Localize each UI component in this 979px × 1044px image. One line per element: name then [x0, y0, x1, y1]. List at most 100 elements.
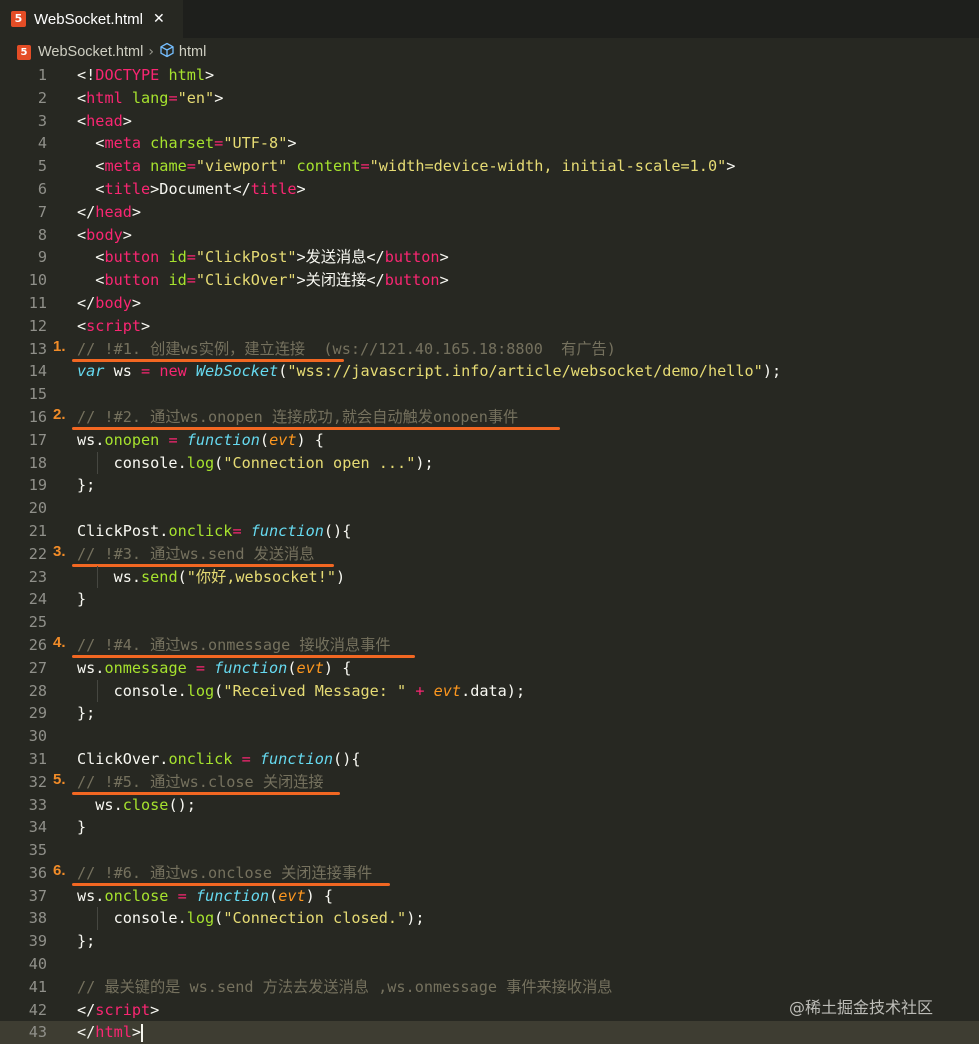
- code-line[interactable]: 22 3. // !#3. 通过ws.send 发送消息: [0, 543, 979, 567]
- code-line[interactable]: 17 ws.onopen = function(evt) {: [0, 429, 979, 452]
- code-line[interactable]: 16 2. // !#2. 通过ws.onopen 连接成功,就会自动触发onope…: [0, 406, 979, 430]
- line-number: 43: [28, 1023, 47, 1042]
- code-line[interactable]: 31 ClickOver.onclick = function(){: [0, 748, 979, 771]
- code-token: function: [205, 658, 288, 677]
- code-line[interactable]: 6 <title>Document</title>: [0, 178, 979, 201]
- code-token: .data);: [461, 681, 526, 700]
- line-number: 39: [28, 932, 47, 951]
- code-line[interactable]: 34}: [0, 816, 979, 839]
- code-line[interactable]: 11 </body>: [0, 292, 979, 315]
- line-number: 19: [28, 476, 47, 495]
- code-line[interactable]: 2 <html lang="en">: [0, 87, 979, 110]
- code-line[interactable]: 39};: [0, 930, 979, 953]
- code-line[interactable]: 32 5. // !#5. 通过ws.close 关闭连接: [0, 770, 979, 795]
- tab-websocket-html[interactable]: 5 WebSocket.html ✕: [0, 0, 183, 38]
- breadcrumb-file[interactable]: WebSocket.html: [38, 44, 143, 60]
- code-line[interactable]: 37 ws.onclose = function(evt) {: [0, 885, 979, 908]
- code-token: // !#2. 通过ws.onopen 连接成功,就会自动触发onopen事件: [77, 407, 519, 426]
- line-number: 35: [28, 841, 47, 860]
- code-line[interactable]: 27 ws.onmessage = function(evt) {: [0, 657, 979, 680]
- code-line[interactable]: 10 <button id="ClickOver">关闭连接</button>: [0, 269, 979, 292]
- annotation-number: 5.: [53, 770, 66, 788]
- code-line[interactable]: 33 ws.close();: [0, 794, 979, 817]
- code-token: "你好,websocket!": [186, 567, 336, 586]
- code-line[interactable]: 9 <button id="ClickPost">发送消息</button>: [0, 246, 979, 269]
- code-line[interactable]: 14 var ws = new WebSocket("wss://javascri…: [0, 360, 979, 383]
- code-token: =: [186, 157, 196, 176]
- code-line[interactable]: 12 <script>: [0, 315, 979, 338]
- code-line[interactable]: 18 console.log("Connection open ...");: [0, 451, 979, 475]
- code-line[interactable]: 8 <body>: [0, 224, 979, 247]
- code-token: evt: [424, 681, 462, 700]
- code-line[interactable]: 26 4. // !#4. 通过ws.onmessage 接收消息事件: [0, 634, 979, 658]
- code-line[interactable]: 25: [0, 611, 979, 634]
- code-token: html: [95, 1023, 132, 1042]
- code-line[interactable]: 4 <meta charset="UTF-8">: [0, 132, 979, 155]
- code-token: >: [122, 225, 132, 244]
- line-number: 8: [37, 225, 47, 244]
- code-text: // 最关键的是 ws.send 方法去发送消息 ,ws.onmessage 事…: [77, 976, 612, 999]
- code-token: =: [214, 134, 224, 153]
- breadcrumb-node[interactable]: html: [179, 44, 206, 60]
- close-icon[interactable]: ✕: [153, 11, 165, 27]
- code-token: ws.: [77, 658, 105, 677]
- code-line[interactable]: 15: [0, 383, 979, 406]
- code-line[interactable]: 23 ws.send("你好,websocket!"): [0, 565, 979, 589]
- line-number: 41: [28, 977, 47, 996]
- code-editor[interactable]: 1 <!DOCTYPE html> 2 <html lang="en"> 3 <head>…: [0, 64, 979, 1044]
- code-line[interactable]: 35: [0, 839, 979, 862]
- code-line[interactable]: 40: [0, 953, 979, 976]
- watermark: @稀土掘金技术社区: [789, 998, 934, 1017]
- code-line[interactable]: 20: [0, 497, 979, 520]
- code-token: title: [104, 179, 151, 198]
- code-token: >关闭连接</: [296, 271, 385, 290]
- code-line[interactable]: 43 </html>: [0, 1021, 979, 1044]
- code-token: "ClickPost": [195, 248, 297, 267]
- code-token: );: [406, 909, 425, 928]
- code-token: };: [77, 932, 96, 951]
- code-line[interactable]: 3 <head>: [0, 110, 979, 133]
- code-line[interactable]: 24}: [0, 588, 979, 611]
- line-number: 17: [28, 430, 47, 449]
- line-number: 14: [28, 362, 47, 381]
- code-token: "width=device-width, initial-scale=1.0": [369, 157, 727, 176]
- code-text: ws.send("你好,websocket!"): [77, 566, 346, 589]
- code-line[interactable]: 5 <meta name="viewport" content="width=d…: [0, 155, 979, 178]
- code-token: console.: [77, 681, 187, 700]
- code-token: =: [159, 430, 178, 449]
- code-token: meta: [104, 157, 142, 176]
- line-number: 27: [28, 658, 47, 677]
- code-line[interactable]: 30: [0, 725, 979, 748]
- code-token: >: [439, 271, 449, 290]
- code-token: evt: [296, 658, 324, 677]
- code-token: (){: [333, 749, 361, 768]
- code-token: log: [186, 909, 215, 928]
- code-line[interactable]: 13 1. // !#1. 创建ws实例，建立连接 (ws://121.40.165…: [0, 337, 979, 362]
- code-text: };: [77, 702, 95, 725]
- code-line[interactable]: 19};: [0, 474, 979, 497]
- line-number: 6: [37, 179, 47, 198]
- code-line[interactable]: 36 6. // !#6. 通过ws.onclose 关闭连接事件: [0, 862, 979, 886]
- code-line[interactable]: 21 ClickPost.onclick= function(){: [0, 520, 979, 543]
- code-line[interactable]: 1 <!DOCTYPE html>: [0, 64, 979, 87]
- code-token: button: [384, 271, 440, 290]
- code-token: onclick: [168, 749, 233, 768]
- line-number: 5: [37, 157, 47, 176]
- annotation-number: 1.: [53, 337, 66, 355]
- code-token: ws: [104, 362, 142, 381]
- line-number: 15: [28, 385, 47, 404]
- code-token: ) {: [323, 658, 352, 677]
- code-line[interactable]: 38 console.log("Connection closed.");: [0, 907, 979, 931]
- code-text: </head>: [77, 201, 141, 224]
- line-number: 28: [28, 681, 47, 700]
- code-token: >: [439, 248, 449, 267]
- code-line[interactable]: 29};: [0, 702, 979, 725]
- code-token: );: [415, 453, 434, 472]
- code-token: button: [104, 248, 160, 267]
- code-line[interactable]: 28 console.log("Received Message: " + ev…: [0, 679, 979, 703]
- code-line[interactable]: 7 </head>: [0, 201, 979, 224]
- code-token: // !#4. 通过ws.onmessage 接收消息事件: [77, 635, 391, 654]
- code-token: =: [141, 362, 151, 381]
- line-number: 42: [28, 1000, 47, 1019]
- code-token: </: [77, 293, 96, 312]
